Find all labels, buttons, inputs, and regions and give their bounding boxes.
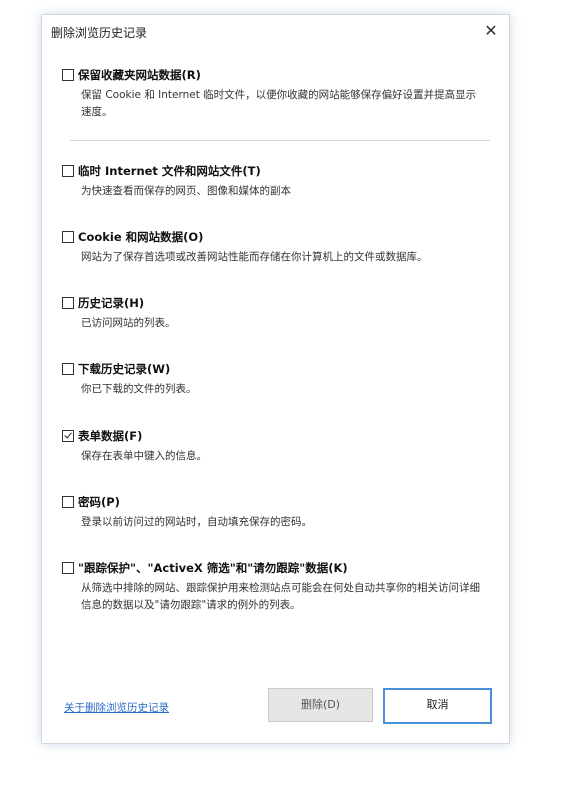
close-icon[interactable]: ✕ xyxy=(479,19,503,43)
option-description: 已访问网站的列表。 xyxy=(81,317,176,329)
checkbox-form-data[interactable] xyxy=(62,430,74,442)
delete-browsing-history-dialog: 删除浏览历史记录 ✕ 保留收藏夹网站数据(R) 保留 Cookie 和 Inte… xyxy=(41,14,510,744)
option-label[interactable]: 保留收藏夹网站数据(R) xyxy=(78,67,201,83)
option-description: 网站为了保存首选项或改善网站性能而存储在你计算机上的文件或数据库。 xyxy=(81,251,428,263)
checkbox-download-history[interactable] xyxy=(62,363,74,375)
option-label[interactable]: 密码(P) xyxy=(78,494,120,510)
checkbox-tracking-protection[interactable] xyxy=(62,562,74,574)
option-cookies: Cookie 和网站数据(O) 网站为了保存首选项或改善网站性能而存储在你计算机… xyxy=(62,229,492,266)
option-label[interactable]: 下载历史记录(W) xyxy=(78,361,170,377)
option-label[interactable]: 历史记录(H) xyxy=(78,295,144,311)
dialog-title: 删除浏览历史记录 xyxy=(51,26,148,40)
checkbox-passwords[interactable] xyxy=(62,496,74,508)
option-description: 保存在表单中键入的信息。 xyxy=(81,450,207,462)
option-label[interactable]: 临时 Internet 文件和网站文件(T) xyxy=(78,163,261,179)
option-history: 历史记录(H) 已访问网站的列表。 xyxy=(62,295,492,332)
checkbox-temp-files[interactable] xyxy=(62,165,74,177)
separator xyxy=(70,140,490,141)
option-label[interactable]: "跟踪保护"、"ActiveX 筛选"和"请勿跟踪"数据(K) xyxy=(78,560,348,576)
help-link[interactable]: 关于删除浏览历史记录 xyxy=(64,700,169,715)
delete-button[interactable]: 删除(D) xyxy=(268,688,373,722)
option-description: 保留 Cookie 和 Internet 临时文件，以便你收藏的网站能够保存偏好… xyxy=(81,89,477,118)
dialog-titlebar: 删除浏览历史记录 ✕ xyxy=(42,15,509,49)
option-preserve-favorites: 保留收藏夹网站数据(R) 保留 Cookie 和 Internet 临时文件，以… xyxy=(62,67,492,121)
option-tracking-protection: "跟踪保护"、"ActiveX 筛选"和"请勿跟踪"数据(K) 从筛选中排除的网… xyxy=(62,560,492,614)
option-description: 登录以前访问过的网站时，自动填充保存的密码。 xyxy=(81,516,312,528)
option-passwords: 密码(P) 登录以前访问过的网站时，自动填充保存的密码。 xyxy=(62,494,492,531)
option-description: 你已下载的文件的列表。 xyxy=(81,383,197,395)
checkbox-history[interactable] xyxy=(62,297,74,309)
option-form-data: 表单数据(F) 保存在表单中键入的信息。 xyxy=(62,428,492,465)
option-download-history: 下载历史记录(W) 你已下载的文件的列表。 xyxy=(62,361,492,398)
option-description: 为快速查看而保存的网页、图像和媒体的副本 xyxy=(81,185,291,197)
option-label[interactable]: 表单数据(F) xyxy=(78,428,142,444)
checkbox-cookies[interactable] xyxy=(62,231,74,243)
checkbox-preserve-favorites[interactable] xyxy=(62,69,74,81)
cancel-button[interactable]: 取消 xyxy=(383,688,492,724)
option-label[interactable]: Cookie 和网站数据(O) xyxy=(78,229,203,245)
option-description: 从筛选中排除的网站、跟踪保护用来检测站点可能会在何处自动共享你的相关访问详细信息… xyxy=(81,582,480,611)
option-temp-files: 临时 Internet 文件和网站文件(T) 为快速查看而保存的网页、图像和媒体… xyxy=(62,163,492,200)
